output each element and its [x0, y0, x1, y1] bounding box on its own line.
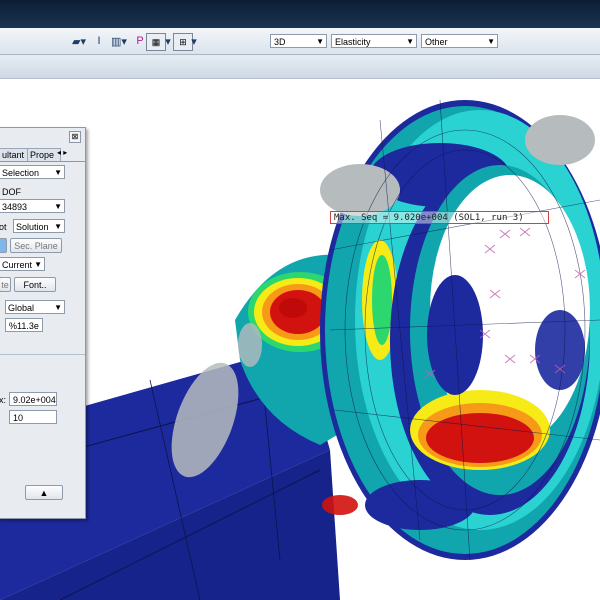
chevron-down-icon: ▼ [34, 260, 42, 269]
results-panel: ⊠ ultant Prope ◂ ▸ Selection ▼ DOF 34893 ▼… [0, 127, 86, 519]
max-label: x: [0, 395, 7, 405]
tab-properties[interactable]: Prope [27, 148, 61, 161]
levels-input[interactable]: 10 [9, 410, 57, 424]
other-select[interactable]: Other ▼ [421, 34, 498, 48]
window-titlebar [0, 0, 600, 28]
current-select[interactable]: Current ▼ [0, 257, 45, 271]
shape-icon[interactable]: ▰▾ [68, 34, 90, 48]
toolbar: ▰▾ I ▥▾ P ▦ ▾ ⊞ ▾ 3D ▼ Elasticity ▼ Other ▼ [0, 28, 600, 55]
selection-select[interactable]: Selection ▼ [0, 165, 65, 179]
max-value-input[interactable]: 9.02e+004 [9, 392, 57, 406]
chevron-down-icon: ▼ [406, 37, 414, 46]
secondary-toolbar-strip [0, 55, 600, 79]
plot-label: ot [0, 222, 7, 232]
chevron-down-icon: ▼ [316, 37, 324, 46]
chevron-down-icon: ▼ [54, 202, 62, 211]
plot-type-value: Solution [16, 222, 49, 232]
rod-big-end-ring [320, 99, 600, 561]
grid-icon[interactable]: ▦ [146, 33, 166, 51]
chevron-down-icon: ▼ [54, 222, 62, 231]
chevron-down-icon[interactable]: ▾ [164, 34, 172, 48]
collapse-button[interactable]: ▲ [25, 485, 63, 500]
dimension-icon[interactable]: I [92, 34, 106, 48]
tab-scroll-arrows[interactable]: ◂ ▸ [57, 148, 83, 160]
node-value: 34893 [2, 202, 28, 212]
coordinate-system-value: Global [8, 303, 35, 313]
pointer-icon[interactable]: P [134, 34, 146, 48]
plot-type-select[interactable]: Solution ▼ [13, 219, 65, 233]
fea-model-render [0, 99, 600, 600]
chevron-down-icon: ▼ [54, 303, 62, 312]
view-mode-select[interactable]: 3D ▼ [270, 34, 327, 48]
panel-tabs: ultant Prope ◂ ▸ [0, 147, 85, 162]
chevron-down-icon[interactable]: ▾ [190, 34, 198, 48]
coordinate-system-select[interactable]: Global ▼ [5, 300, 65, 314]
te-button[interactable]: te [0, 277, 11, 292]
other-value: Other [425, 37, 448, 47]
chart-icon[interactable]: ▥▾ [108, 34, 130, 48]
node-select[interactable]: 34893 ▼ [0, 199, 65, 213]
analysis-type-select[interactable]: Elasticity ▼ [331, 34, 417, 48]
chevron-down-icon: ▼ [487, 37, 495, 46]
close-icon[interactable]: ⊠ [69, 131, 81, 143]
sec-plane-button[interactable]: Sec. Plane [10, 238, 62, 253]
toggle-button[interactable] [0, 238, 7, 253]
fea-viewport[interactable]: Max. Seq = 9.020e+004 (SOL1, run 3) [0, 79, 600, 600]
format-input[interactable]: %11.3e [5, 318, 43, 332]
current-value: Current [2, 260, 33, 270]
max-stress-annotation: Max. Seq = 9.020e+004 (SOL1, run 3) [330, 211, 549, 224]
selection-value: Selection [2, 168, 40, 178]
panel-divider [0, 354, 85, 355]
font-button[interactable]: Font.. [14, 277, 56, 292]
dof-label: DOF [2, 187, 21, 197]
analysis-type-value: Elasticity [335, 37, 371, 47]
chevron-down-icon: ▼ [54, 168, 62, 177]
view-mode-value: 3D [274, 37, 286, 47]
